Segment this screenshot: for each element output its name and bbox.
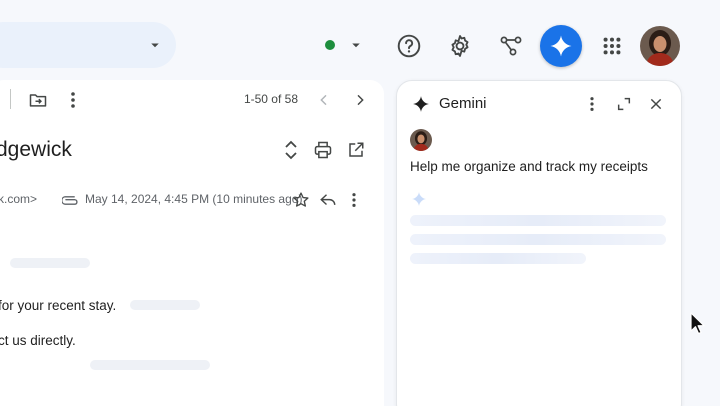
email-subject: dgewick (0, 138, 72, 161)
toolbar-more-button[interactable] (63, 88, 83, 112)
email-view-panel (0, 80, 384, 406)
gemini-expand-button[interactable] (614, 94, 634, 114)
prompt-user-avatar (410, 129, 432, 151)
more-vert-icon (71, 92, 75, 108)
workflow-icon (500, 36, 522, 56)
user-photo-icon (640, 26, 680, 66)
blurred-content (10, 258, 90, 268)
search-options-caret-icon[interactable] (146, 36, 164, 54)
settings-button[interactable] (440, 26, 480, 66)
help-icon (397, 34, 421, 58)
gemini-panel-title: Gemini (439, 95, 487, 112)
email-body-line: for your recent stay. (0, 298, 117, 313)
chevron-left-icon (320, 94, 327, 106)
expand-panel-icon (617, 97, 631, 111)
user-photo-icon (410, 129, 432, 151)
more-vert-icon (352, 193, 356, 207)
blurred-content (90, 360, 210, 370)
print-icon (314, 141, 332, 159)
response-loading-line (410, 253, 586, 264)
next-page-button[interactable] (348, 88, 372, 112)
response-loading-line (410, 234, 666, 245)
reply-button[interactable] (317, 189, 339, 211)
pagination-count: 1-50 of 58 (243, 92, 298, 106)
print-button[interactable] (312, 139, 334, 161)
gemini-logo-icon (411, 94, 431, 114)
gear-icon (451, 35, 469, 57)
status-caret-icon[interactable] (347, 36, 365, 54)
move-to-folder-icon (29, 94, 47, 107)
message-more-button[interactable] (345, 189, 363, 211)
response-loading-line (410, 215, 666, 226)
help-button[interactable] (389, 26, 429, 66)
gemini-spark-icon (550, 35, 572, 57)
toolbar-divider (10, 89, 11, 109)
previous-page-button[interactable] (312, 88, 336, 112)
apps-grid-icon (603, 37, 621, 55)
star-button[interactable] (290, 189, 312, 211)
chevron-right-icon (357, 94, 364, 106)
move-to-button[interactable] (26, 88, 50, 112)
gemini-close-button[interactable] (646, 94, 666, 114)
sender-email: k.com> (0, 192, 38, 206)
more-vert-icon (590, 97, 594, 111)
star-icon (293, 192, 309, 207)
gemini-button[interactable] (540, 25, 582, 67)
mouse-cursor-icon (690, 312, 706, 336)
blurred-content (130, 300, 200, 310)
open-new-window-button[interactable] (345, 139, 367, 161)
account-avatar[interactable] (640, 26, 680, 66)
status-indicator[interactable] (325, 40, 335, 50)
apps-launcher-button[interactable] (592, 26, 632, 66)
open-in-new-icon (349, 142, 364, 157)
close-icon (650, 98, 662, 110)
gemini-more-button[interactable] (583, 94, 601, 114)
user-prompt-text: Help me organize and track my receipts (410, 159, 648, 174)
unfold-icon (285, 140, 297, 160)
email-date: May 14, 2024, 4:45 PM (10 minutes ago) (85, 192, 303, 206)
gemini-loading-spark-icon (410, 190, 428, 208)
workflow-button[interactable] (491, 26, 531, 66)
attachment-icon (61, 190, 81, 210)
email-body-line: ct us directly. (0, 333, 76, 348)
reply-icon (320, 194, 336, 206)
expand-all-button[interactable] (280, 138, 302, 162)
